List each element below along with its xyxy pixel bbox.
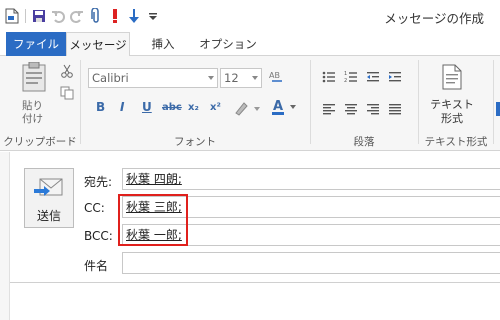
align-center-icon[interactable] <box>344 102 358 116</box>
send-label: 送信 <box>36 209 61 223</box>
send-mail-icon <box>34 178 63 196</box>
undo-icon[interactable] <box>50 8 66 24</box>
font-group-label: フォント <box>174 136 216 148</box>
quick-access-toolbar <box>4 7 161 25</box>
chevron-down-icon <box>208 76 214 80</box>
paste-label-line2: 付け <box>22 113 43 125</box>
subscript-button[interactable]: x₂ <box>188 102 199 113</box>
tab-file[interactable]: ファイル <box>6 32 66 56</box>
group-separator <box>493 60 494 144</box>
bold-button[interactable]: B <box>96 100 105 114</box>
italic-button[interactable]: I <box>120 100 124 114</box>
customize-toolbar-icon[interactable] <box>145 8 161 24</box>
title-bar: メッセージの作成 <box>0 0 500 32</box>
paste-label-line1: 貼り <box>22 100 43 112</box>
subject-label: 件名 <box>84 259 109 273</box>
font-color-icon[interactable]: A <box>270 98 300 116</box>
font-name-value: Calibri <box>92 71 129 85</box>
window-title: メッセージの作成 <box>384 11 484 26</box>
ribbon-tab-bar: ファイル メッセージ 挿入 オプション <box>0 32 500 57</box>
align-left-icon[interactable] <box>322 102 336 116</box>
highlight-box <box>118 194 188 246</box>
cc-label: CC: <box>84 201 105 215</box>
text-format-group-label: テキスト形式 <box>424 136 488 148</box>
font-name-box[interactable]: Calibri <box>88 68 218 88</box>
left-margin <box>0 152 10 320</box>
clipboard-icon <box>22 62 46 92</box>
ribbon: 貼り 付け クリップボード Calibri 12 AB B I U abc x₂… <box>0 56 500 151</box>
paragraph-row-1: 12 <box>322 70 402 84</box>
group-separator <box>80 60 81 144</box>
text-format-label-line2: 形式 <box>441 112 463 125</box>
strikethrough-button[interactable]: abc <box>162 102 182 113</box>
separator <box>25 9 26 23</box>
numbering-icon[interactable]: 12 <box>344 70 358 84</box>
font-size-value: 12 <box>224 71 239 85</box>
svg-text:2: 2 <box>344 78 347 84</box>
save-icon[interactable] <box>31 8 47 24</box>
clipboard-group-label: クリップボード <box>3 136 77 148</box>
chevron-down-icon <box>252 76 258 80</box>
partial-next-group-icon[interactable] <box>496 102 500 116</box>
to-field[interactable]: 秋葉 四朗; <box>122 168 500 190</box>
to-recipient[interactable]: 秋葉 四朗; <box>126 172 182 186</box>
subject-field[interactable] <box>122 252 500 274</box>
paragraph-row-2 <box>322 102 402 116</box>
copy-icon[interactable] <box>60 86 74 100</box>
bullets-icon[interactable] <box>322 70 336 84</box>
underline-button[interactable]: U <box>142 100 152 114</box>
superscript-button[interactable]: x² <box>210 102 221 113</box>
paste-label: 貼り 付け <box>22 100 43 126</box>
to-label: 宛先: <box>84 175 113 189</box>
clear-format-icon[interactable]: AB <box>268 68 284 84</box>
svg-text:A: A <box>273 99 283 114</box>
group-separator <box>418 60 419 144</box>
justify-icon[interactable] <box>388 102 402 116</box>
importance-high-icon[interactable] <box>107 8 123 24</box>
increase-indent-icon[interactable] <box>388 70 402 84</box>
svg-text:AB: AB <box>269 71 280 80</box>
tab-insert[interactable]: 挿入 <box>140 32 186 56</box>
send-button[interactable]: 送信 <box>24 168 74 228</box>
text-format-label: テキスト 形式 <box>430 98 474 126</box>
svg-text:1: 1 <box>344 71 347 77</box>
bcc-label: BCC: <box>84 229 113 243</box>
attach-icon[interactable] <box>88 8 104 24</box>
document-icon <box>442 64 462 90</box>
message-body[interactable] <box>10 282 500 320</box>
highlight-pen-icon[interactable] <box>234 100 262 116</box>
group-separator <box>310 60 311 144</box>
redo-icon[interactable] <box>69 8 85 24</box>
text-format-label-line1: テキスト <box>430 98 474 111</box>
font-size-box[interactable]: 12 <box>220 68 262 88</box>
paragraph-group-label: 段落 <box>353 136 375 148</box>
decrease-indent-icon[interactable] <box>366 70 380 84</box>
importance-low-icon[interactable] <box>126 8 142 24</box>
cut-icon[interactable] <box>60 64 74 78</box>
app-icon[interactable] <box>4 8 20 24</box>
align-right-icon[interactable] <box>366 102 380 116</box>
tab-message[interactable]: メッセージ <box>66 32 130 57</box>
tab-options[interactable]: オプション <box>196 32 260 56</box>
